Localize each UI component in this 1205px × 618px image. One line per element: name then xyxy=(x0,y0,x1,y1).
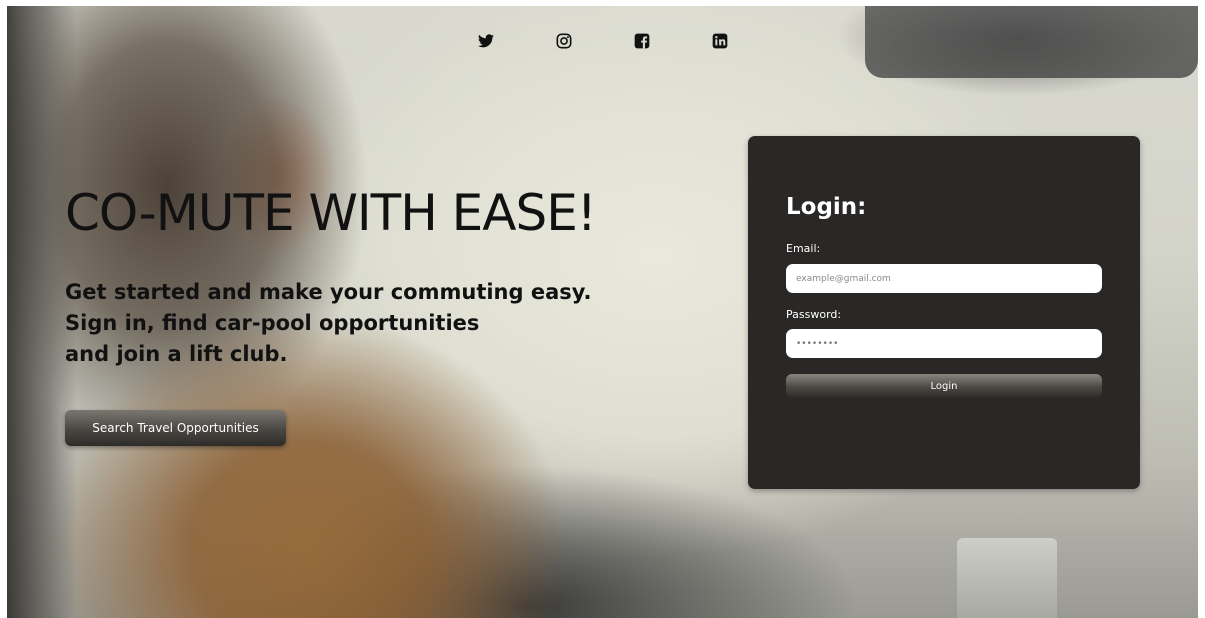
password-label: Password: xyxy=(786,308,842,321)
page-viewport: CO-MUTE WITH EASE! Get started and make … xyxy=(7,6,1198,618)
linkedin-icon[interactable] xyxy=(711,32,729,50)
social-links-bar xyxy=(7,32,1198,52)
login-button[interactable]: Login xyxy=(786,374,1102,398)
hero-description: Get started and make your commuting easy… xyxy=(65,277,625,370)
hero-description-line: and join a lift club. xyxy=(65,342,288,366)
twitter-icon[interactable] xyxy=(477,32,495,50)
login-card: Login: Email: Password: Login xyxy=(748,136,1140,489)
background-phone-mount xyxy=(957,538,1057,618)
hero-description-line: Get started and make your commuting easy… xyxy=(65,280,592,304)
instagram-icon[interactable] xyxy=(555,32,573,50)
search-travel-opportunities-button[interactable]: Search Travel Opportunities xyxy=(65,410,286,446)
email-label: Email: xyxy=(786,242,821,255)
facebook-icon[interactable] xyxy=(633,32,651,50)
hero-description-line: Sign in, find car-pool opportunities xyxy=(65,311,480,335)
email-field[interactable] xyxy=(786,264,1102,293)
password-field[interactable] xyxy=(786,329,1102,358)
login-title: Login: xyxy=(786,194,867,220)
hero-title: CO-MUTE WITH EASE! xyxy=(65,184,597,242)
